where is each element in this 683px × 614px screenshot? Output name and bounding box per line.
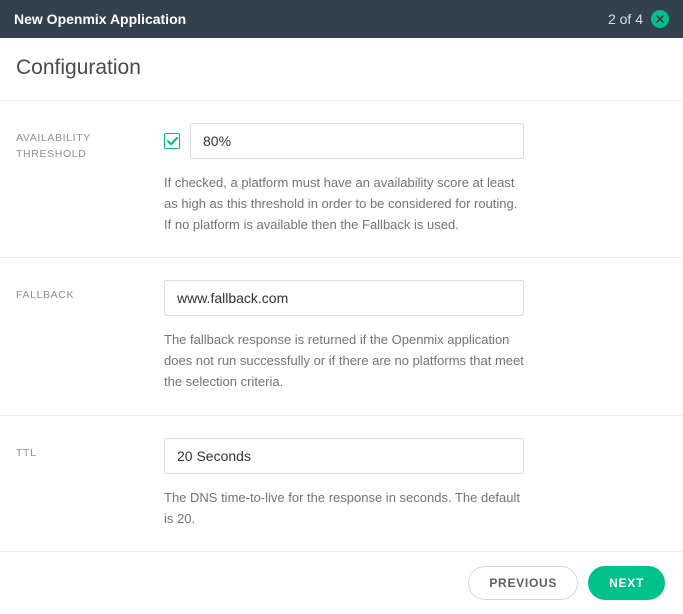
footer: PREVIOUS NEXT [0,552,683,614]
check-icon [167,137,178,146]
close-button[interactable] [651,10,669,28]
availability-help: If checked, a platform must have an avai… [164,173,524,235]
step-indicator: 2 of 4 [608,11,643,27]
fallback-input[interactable] [164,280,524,316]
label-availability-threshold: AVAILABILITY THRESHOLD [16,123,164,235]
row-ttl: TTL The DNS time-to-live for the respons… [0,416,683,553]
previous-button[interactable]: PREVIOUS [468,566,578,600]
modal-header: New Openmix Application 2 of 4 [0,0,683,38]
ttl-input[interactable] [164,438,524,474]
close-icon [656,15,664,23]
row-availability-threshold: AVAILABILITY THRESHOLD If checked, a pla… [0,101,683,258]
ttl-help: The DNS time-to-live for the response in… [164,488,524,530]
modal-title: New Openmix Application [14,11,186,27]
label-fallback: FALLBACK [16,280,164,392]
section-title: Configuration [0,38,683,101]
availability-checkbox[interactable] [164,133,180,149]
row-fallback: FALLBACK The fallback response is return… [0,258,683,415]
label-ttl: TTL [16,438,164,530]
next-button[interactable]: NEXT [588,566,665,600]
fallback-help: The fallback response is returned if the… [164,330,524,392]
availability-input[interactable] [190,123,524,159]
